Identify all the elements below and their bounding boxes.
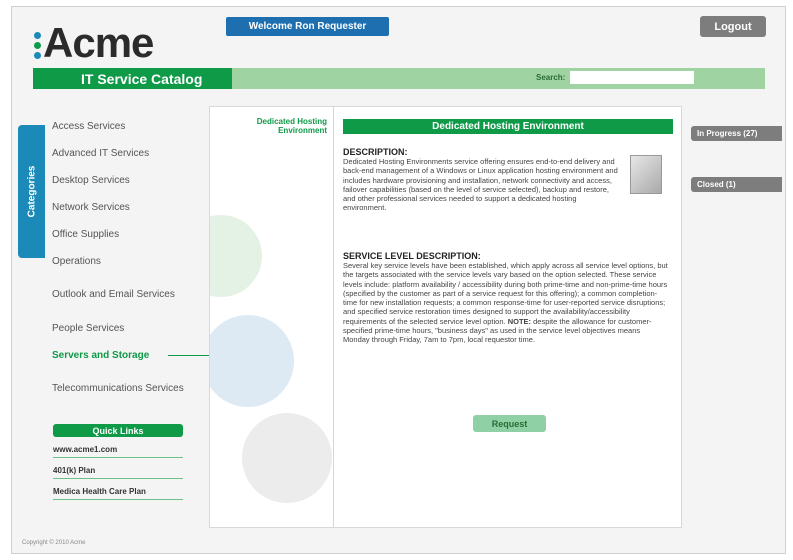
copyright: Copyright © 2010 Acme [22, 540, 86, 546]
category-item-network-services[interactable]: Network Services [52, 194, 202, 221]
logo-text: Acme [43, 19, 154, 66]
quick-link[interactable]: Medica Health Care Plan [53, 479, 183, 500]
service-item-dedicated-hosting[interactable]: Dedicated Hosting Environment [227, 117, 327, 135]
request-button[interactable]: Request [473, 415, 546, 432]
search-input[interactable] [570, 71, 694, 84]
note-label: NOTE: [507, 316, 532, 326]
category-item-access-services[interactable]: Access Services [52, 113, 202, 140]
catalog-header-bar: IT Service Catalog Search: [33, 68, 765, 89]
category-item-servers-storage[interactable]: Servers and Storage [52, 342, 212, 369]
description-title: DESCRIPTION: [343, 147, 408, 157]
logo-dot [34, 51, 41, 59]
decorative-circle [242, 413, 332, 503]
service-level-title: SERVICE LEVEL DESCRIPTION: [343, 251, 481, 261]
closed-tab[interactable]: Closed (1) [691, 177, 782, 192]
category-item-telecommunications[interactable]: Telecommunications Services [52, 369, 202, 409]
welcome-banner: Welcome Ron Requester [226, 17, 389, 36]
service-list: Dedicated Hosting Environment [210, 107, 334, 527]
description-text: Dedicated Hosting Environments service o… [343, 157, 618, 213]
acme-logo: Acme [34, 19, 154, 66]
logo-dot [34, 31, 41, 39]
decorative-circle [210, 315, 294, 407]
logout-button[interactable]: Logout [700, 16, 766, 37]
category-item-operations[interactable]: Operations [52, 248, 202, 275]
in-progress-tab[interactable]: In Progress (27) [691, 126, 782, 141]
catalog-title: IT Service Catalog [33, 68, 232, 89]
quick-link[interactable]: 401(k) Plan [53, 458, 183, 479]
service-panel: Dedicated Hosting Environment Dedicated … [209, 106, 682, 528]
logo-dot [34, 41, 41, 49]
logo-dots [34, 31, 41, 59]
category-item-advanced-it-services[interactable]: Advanced IT Services [52, 140, 202, 167]
category-item-people-services[interactable]: People Services [52, 315, 202, 342]
service-level-text: Several key service levels have been est… [343, 261, 668, 345]
quick-link[interactable]: www.acme1.com [53, 437, 183, 458]
search-label: Search: [536, 73, 566, 82]
category-item-desktop-services[interactable]: Desktop Services [52, 167, 202, 194]
category-nav: Access Services Advanced IT Services Des… [52, 113, 212, 409]
category-item-office-supplies[interactable]: Office Supplies [52, 221, 202, 248]
quick-links-title: Quick Links [53, 424, 183, 437]
server-icon [630, 155, 662, 194]
service-detail-header: Dedicated Hosting Environment [343, 119, 673, 134]
categories-tab[interactable]: Categories [18, 125, 45, 258]
category-item-outlook-email[interactable]: Outlook and Email Services [52, 275, 202, 315]
categories-tab-label: Categories [26, 165, 37, 218]
quick-links: Quick Links www.acme1.com 401(k) Plan Me… [53, 424, 183, 500]
decorative-circle [210, 215, 262, 297]
